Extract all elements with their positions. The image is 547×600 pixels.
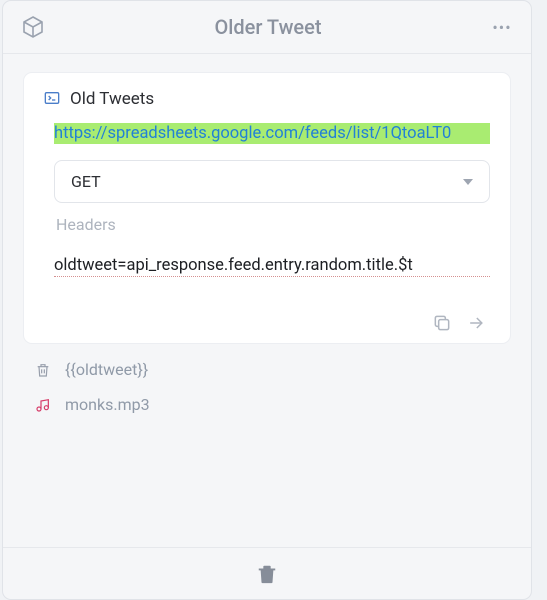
trash-icon [35,362,51,378]
method-value: GET [71,172,101,191]
variable-item[interactable]: {{oldtweet}} [23,356,511,379]
terminal-icon [44,90,60,106]
audio-item[interactable]: monks.mp3 [23,391,511,414]
cube-icon [21,15,45,39]
code-expression[interactable]: oldtweet=api_response.feed.entry.random.… [54,256,490,277]
copy-icon[interactable] [432,313,452,333]
panel-body: Old Tweets https://spreadsheets.google.c… [3,54,531,547]
panel-header: Older Tweet ••• [3,1,531,54]
headers-label[interactable]: Headers [56,215,490,234]
variable-text: {{oldtweet}} [65,360,148,379]
card-footer [44,313,490,333]
card-title: Old Tweets [70,89,154,109]
url-field[interactable]: https://spreadsheets.google.com/feeds/li… [54,123,490,144]
audio-filename: monks.mp3 [65,395,150,414]
card-title-row: Old Tweets [44,89,490,109]
older-tweet-panel: Older Tweet ••• Old Tweets https://sprea… [2,0,532,600]
more-options-button[interactable]: ••• [491,16,513,38]
panel-title: Older Tweet [45,15,491,39]
delete-button[interactable] [256,563,278,585]
arrow-right-icon[interactable] [466,313,486,333]
music-icon [35,397,51,413]
chevron-down-icon [463,179,473,185]
http-method-select[interactable]: GET [54,160,490,203]
request-card: Old Tweets https://spreadsheets.google.c… [23,72,511,344]
panel-footer [3,547,531,599]
